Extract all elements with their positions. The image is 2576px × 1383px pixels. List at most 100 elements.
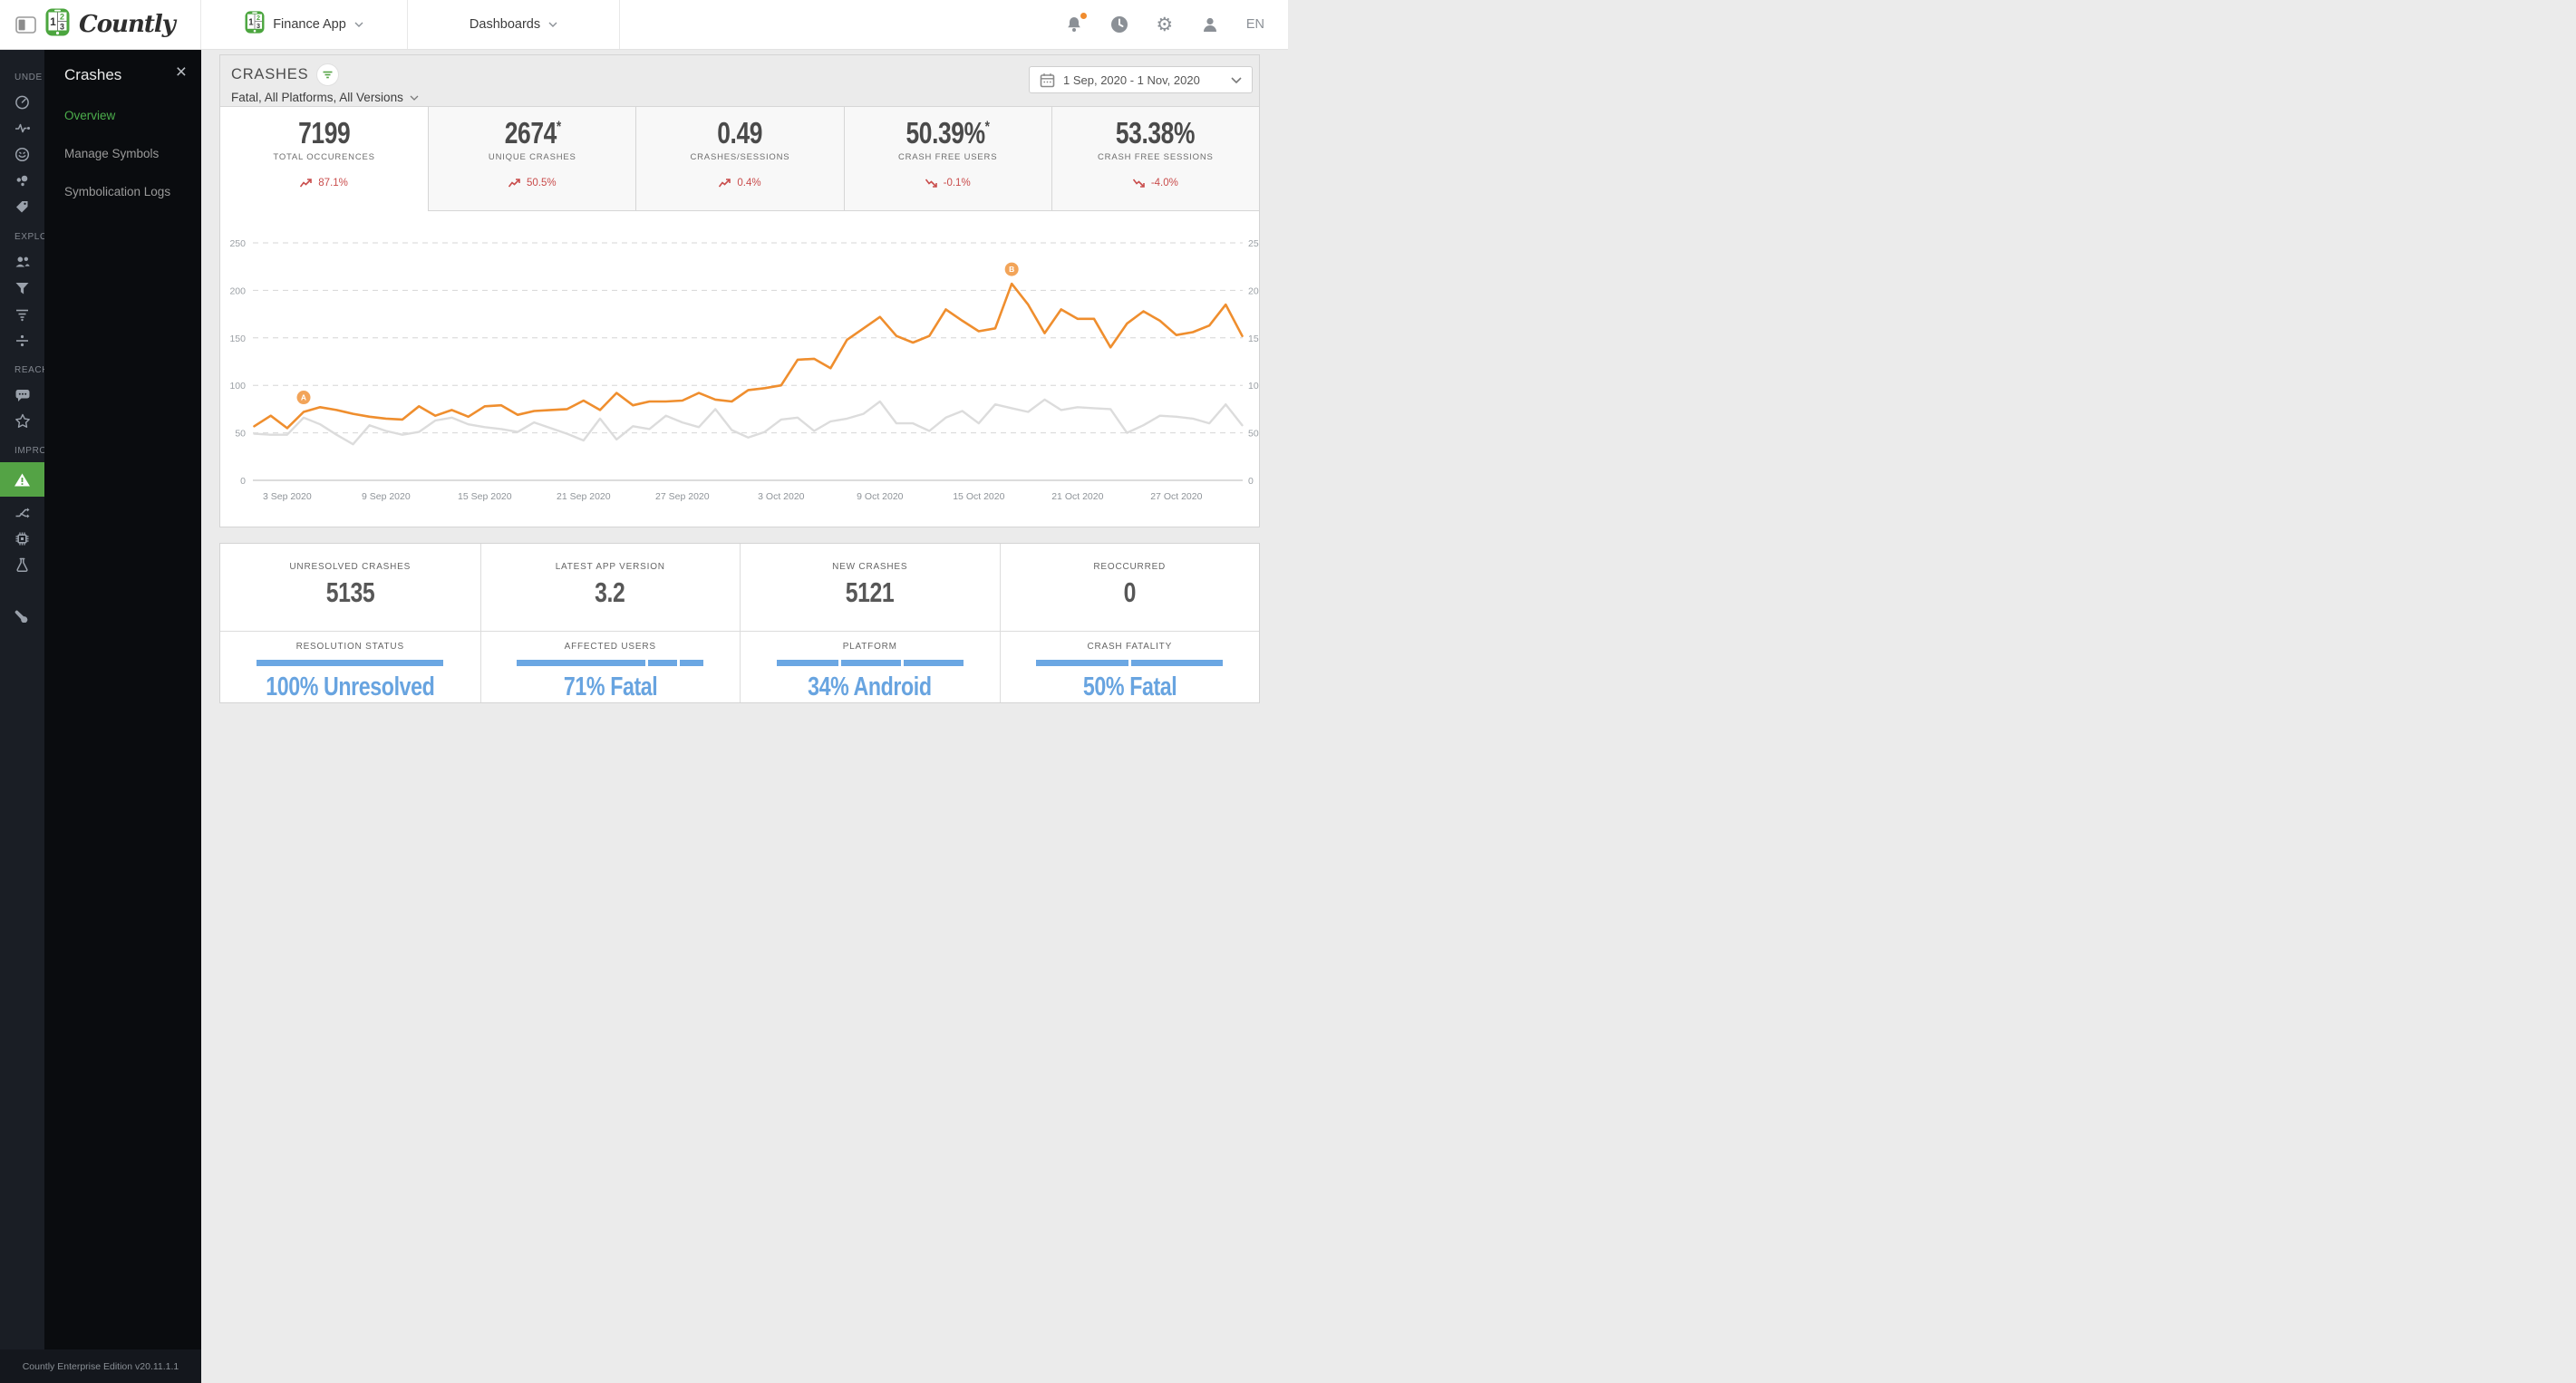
language-selector[interactable]: EN	[1246, 17, 1264, 32]
star-icon	[15, 413, 30, 428]
card-latest-app-version: LATEST APP VERSION 3.2	[479, 544, 740, 632]
stat-tab-crash-free-users[interactable]: 50.39%* CRASH FREE USERS -0.1%	[843, 107, 1051, 211]
crashes-panel: CRASHES Fatal, All Platforms, All Versio…	[219, 54, 1264, 527]
countly-logo-icon[interactable]: 1 2 3	[45, 8, 70, 41]
section-understand: UNDE	[15, 73, 43, 82]
chevron-down-icon	[410, 95, 419, 101]
menu-item-overview[interactable]: Overview	[64, 109, 201, 122]
filter-summary: Fatal, All Platforms, All Versions	[231, 91, 403, 104]
svg-text:0: 0	[240, 476, 246, 487]
stat-tab-crash-free-sessions[interactable]: 53.38% CRASH FREE SESSIONS -4.0%	[1051, 107, 1259, 211]
svg-text:150: 150	[1248, 334, 1259, 344]
svg-text:9 Oct 2020: 9 Oct 2020	[857, 491, 904, 502]
app-logo-icon: 1 2 3	[245, 11, 265, 38]
warning-icon	[15, 473, 30, 486]
stat-tab-unique-crashes[interactable]: 2674* UNIQUE CRASHES 50.5%	[428, 107, 636, 211]
card-affected-users: AFFECTED USERS 71% Fatal	[479, 632, 741, 702]
section-reach: REACH	[15, 365, 44, 375]
version-footer: Countly Enterprise Edition v20.11.1.1	[0, 1349, 201, 1383]
ab-test-icon	[15, 508, 29, 517]
sidebar-item-star[interactable]	[0, 408, 44, 434]
progress-bar	[1036, 660, 1224, 666]
svg-text:27 Sep 2020: 27 Sep 2020	[655, 491, 710, 502]
stat-change: 50.5%	[526, 178, 557, 189]
svg-text:50: 50	[1248, 429, 1259, 440]
sidebar-item-drill[interactable]	[0, 301, 44, 327]
sidebar-item-chip[interactable]	[0, 526, 44, 552]
dashboards-menu[interactable]: Dashboards	[408, 0, 620, 49]
sidebar: UNDE EXPLO REACH	[0, 50, 201, 1383]
date-range-picker[interactable]: 1 Sep, 2020 - 1 Nov, 2020	[1029, 66, 1253, 93]
countly-logo-text: Countly	[79, 11, 176, 38]
sidebar-item-funnel[interactable]	[0, 275, 44, 301]
stat-label: CRASHES/SESSIONS	[690, 152, 790, 163]
card-label: LATEST APP VERSION	[555, 562, 665, 572]
card-platform: PLATFORM 34% Android	[740, 632, 1000, 702]
top-right-actions: ⚙ EN	[1065, 0, 1288, 49]
card-highlight: 34% Android	[808, 672, 933, 701]
sidebar-item-users[interactable]	[0, 248, 44, 275]
gear-icon[interactable]: ⚙	[1156, 15, 1174, 34]
chevron-down-icon	[354, 22, 363, 27]
card-reoccurred: REOCCURRED 0	[999, 544, 1259, 632]
stat-tab-total-occurrences[interactable]: 7199 TOTAL OCCURENCES 87.1%	[220, 107, 429, 211]
svg-text:A: A	[301, 393, 306, 402]
sidebar-item-chat[interactable]	[0, 382, 44, 408]
drill-icon	[16, 309, 28, 321]
svg-text:250: 250	[229, 238, 246, 249]
stat-tab-crashes-sessions[interactable]: 0.49 CRASHES/SESSIONS 0.4%	[635, 107, 844, 211]
stat-change: -4.0%	[1150, 178, 1178, 189]
sidebar-rail: UNDE EXPLO REACH	[0, 50, 44, 1383]
calendar-icon	[1040, 73, 1055, 87]
sidebar-item-flask[interactable]	[0, 552, 44, 578]
sidebar-item-crashes[interactable]	[0, 462, 44, 497]
svg-text:3 Sep 2020: 3 Sep 2020	[263, 491, 312, 502]
svg-text:150: 150	[229, 334, 246, 344]
sidebar-item-ab-test[interactable]	[0, 499, 44, 526]
tag-icon	[16, 201, 28, 213]
app-switcher[interactable]: 1 2 3 Finance App	[201, 0, 408, 49]
filter-chip[interactable]	[316, 63, 340, 86]
svg-text:15 Oct 2020: 15 Oct 2020	[953, 491, 1004, 502]
trend-down-icon	[1132, 179, 1145, 189]
progress-bar	[257, 660, 444, 666]
estimate-asterisk: *	[984, 118, 990, 135]
stat-value: 50.39%	[905, 116, 986, 150]
ecg-icon	[15, 123, 30, 133]
sidebar-item-divide[interactable]	[0, 327, 44, 353]
card-highlight: 100% Unresolved	[266, 672, 435, 701]
svg-text:1: 1	[50, 15, 56, 28]
menu-item-manage-symbols[interactable]: Manage Symbols	[64, 147, 201, 160]
svg-text:200: 200	[229, 285, 246, 296]
svg-text:15 Sep 2020: 15 Sep 2020	[458, 491, 512, 502]
svg-text:3: 3	[60, 23, 64, 32]
card-crash-fatality: CRASH FATALITY 50% Fatal	[999, 632, 1260, 702]
user-icon[interactable]	[1201, 15, 1219, 34]
sidebar-item-management[interactable]	[0, 602, 44, 628]
card-value: 5135	[325, 576, 375, 608]
trend-down-icon	[925, 179, 937, 189]
card-label: UNRESOLVED CRASHES	[289, 562, 412, 572]
menu-item-symbolication-logs[interactable]: Symbolication Logs	[64, 185, 201, 198]
date-range-value: 1 Sep, 2020 - 1 Nov, 2020	[1063, 73, 1200, 87]
sidebar-item-gauge[interactable]	[0, 89, 44, 115]
card-value: 5121	[845, 576, 895, 608]
card-new-crashes: NEW CRASHES 5121	[740, 544, 1000, 632]
svg-text:2: 2	[257, 14, 260, 22]
close-icon[interactable]: ×	[176, 63, 187, 82]
bell-icon[interactable]	[1065, 13, 1087, 34]
clock-icon[interactable]	[1110, 15, 1128, 34]
chip-icon	[15, 532, 29, 546]
stat-label: TOTAL OCCURENCES	[273, 152, 375, 163]
svg-text:21 Sep 2020: 21 Sep 2020	[557, 491, 611, 502]
stat-value: 0.49	[717, 116, 763, 150]
funnel-icon	[15, 282, 29, 294]
stat-value: 2674	[504, 116, 557, 150]
chevron-down-icon	[1231, 76, 1242, 83]
sidebar-toggle-icon[interactable]	[15, 15, 36, 34]
card-label: AFFECTED USERS	[564, 642, 656, 652]
sidebar-item-ecg[interactable]	[0, 115, 44, 141]
sidebar-item-bubbles[interactable]	[0, 168, 44, 194]
sidebar-item-tag[interactable]	[0, 194, 44, 220]
sidebar-item-smiley[interactable]	[0, 141, 44, 168]
